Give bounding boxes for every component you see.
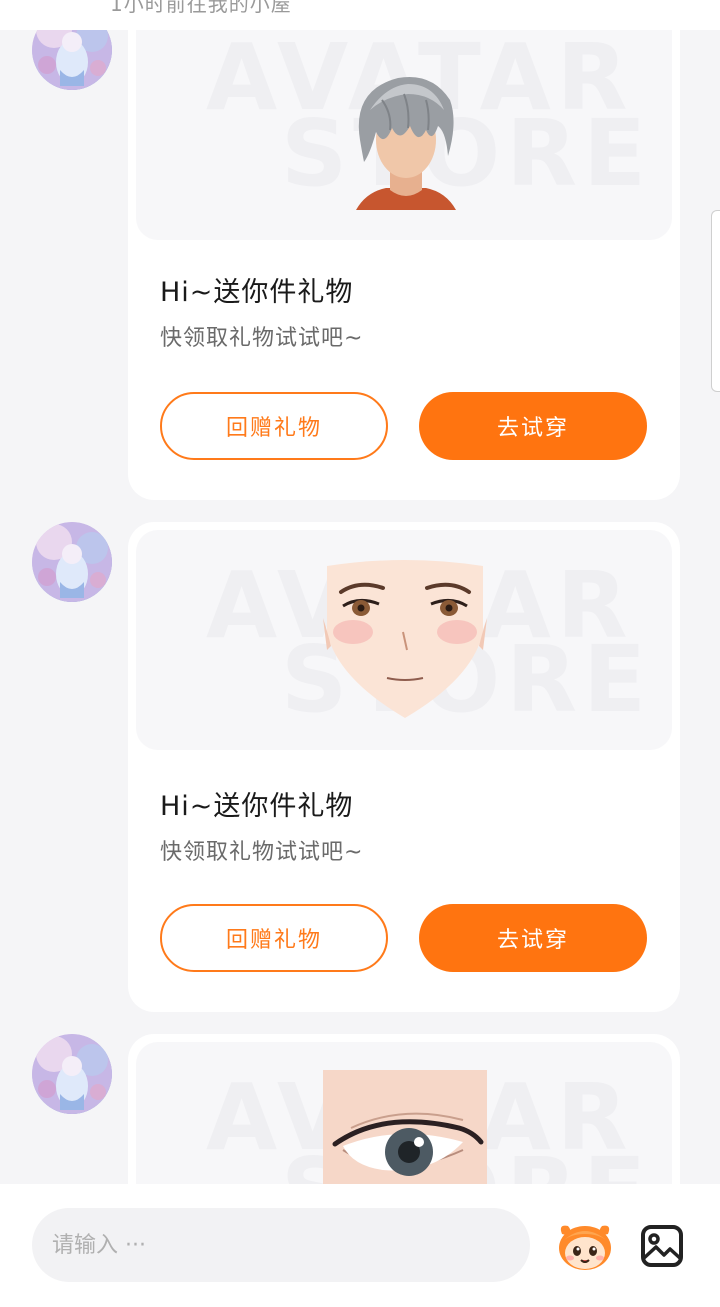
gift-title: Hi~送你件礼物	[160, 791, 354, 822]
gift-subtitle: 快领取礼物试试吧~	[160, 840, 364, 865]
try-on-button[interactable]: 去试穿	[419, 392, 647, 460]
gift-title: Hi~送你件礼物	[160, 277, 354, 308]
gift-message: AVATAR STORE Hi~送你件礼物 快领取礼物试试吧~ 回赠礼物 去试穿	[0, 0, 720, 500]
image-icon	[641, 1225, 683, 1267]
chat-input-bar	[0, 1184, 720, 1307]
return-gift-button[interactable]: 回赠礼物	[160, 392, 388, 460]
sticker-button[interactable]	[554, 1220, 616, 1272]
sender-avatar[interactable]	[32, 522, 112, 602]
mascot-sticker-icon	[559, 1225, 611, 1270]
top-partial-message: 1小时前往我的小屋	[0, 0, 720, 30]
face-item-image	[323, 560, 487, 718]
return-gift-button[interactable]: 回赠礼物	[160, 904, 388, 972]
sender-avatar[interactable]	[32, 1034, 112, 1114]
partial-message-text: 1小时前往我的小屋	[110, 0, 292, 16]
gift-subtitle: 快领取礼物试试吧~	[160, 326, 364, 351]
hair-item-image	[356, 76, 456, 210]
image-button[interactable]	[640, 1224, 684, 1268]
gift-message: AVATAR STORE	[0, 1034, 720, 1294]
gift-preview: AVATAR STORE	[136, 530, 672, 750]
gift-preview: AVATAR STORE	[136, 0, 672, 240]
chat-page: 1小时前往我的小屋 AVATAR STORE Hi~送你件礼物 快领取礼物试试吧…	[0, 0, 720, 1307]
message-input[interactable]	[32, 1208, 530, 1282]
gift-message: AVATAR STORE	[0, 522, 720, 1012]
gift-card: AVATAR STORE Hi~送你件礼物 快领取礼物试试吧~ 回赠礼物 去试穿	[128, 0, 680, 500]
try-on-button[interactable]: 去试穿	[419, 904, 647, 972]
gift-card: AVATAR STORE	[128, 522, 680, 1012]
edge-scroll-handle[interactable]	[711, 210, 720, 392]
